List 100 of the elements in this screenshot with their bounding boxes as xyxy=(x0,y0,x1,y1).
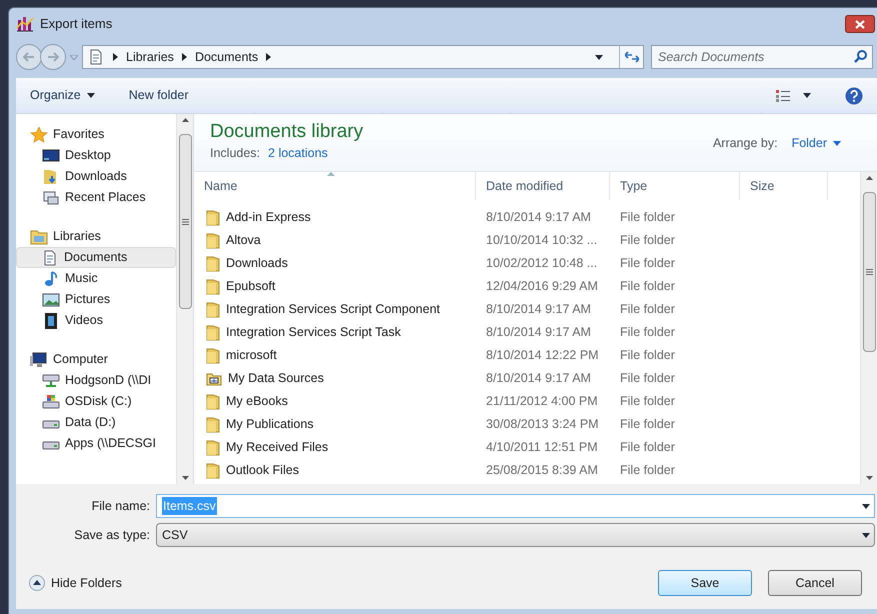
nav-group-item[interactable]: Favorites xyxy=(16,124,176,145)
file-row[interactable]: Add-in Express 8/10/2014 9:17 AM File folder xyxy=(194,206,860,229)
scroll-down-icon[interactable] xyxy=(182,476,188,480)
folder-icon xyxy=(206,232,220,248)
nav-item[interactable]: Recent Places xyxy=(16,187,176,208)
type-cell-text: File folder xyxy=(619,416,676,434)
scroll-thumb[interactable] xyxy=(179,134,192,309)
file-name: Integration Services Script Task xyxy=(226,324,401,342)
file-row[interactable]: My eBooks 21/11/2012 4:00 PM File folder xyxy=(194,390,860,413)
grip-icon xyxy=(182,218,189,224)
scroll-thumb[interactable] xyxy=(863,192,876,352)
nav-item[interactable]: Downloads xyxy=(16,166,176,187)
folder-icon xyxy=(206,256,220,272)
file-row[interactable]: Epubsoft 12/04/2016 9:29 AM File folder xyxy=(194,275,860,298)
nav-group-item[interactable]: Computer xyxy=(16,349,176,370)
sort-arrow-icon xyxy=(327,172,335,176)
monitor-icon xyxy=(42,148,60,164)
dialog-button[interactable]: Cancel xyxy=(768,570,862,596)
address-bar[interactable]: Libraries Documents xyxy=(82,45,644,69)
nav-item[interactable]: Music xyxy=(16,268,176,289)
date-cell-text: 21/11/2012 4:00 PM xyxy=(485,393,599,410)
nav-item[interactable]: Pictures xyxy=(16,289,176,310)
folder-icon xyxy=(206,210,220,226)
file-name: Outlook Files xyxy=(226,462,299,480)
type-cell-text: File folder xyxy=(619,255,676,272)
nav-item[interactable]: Documents xyxy=(16,247,176,268)
scroll-up-icon[interactable] xyxy=(182,118,188,122)
breadcrumb-link[interactable]: Libraries xyxy=(126,48,174,66)
chevron-icon xyxy=(182,53,187,61)
file-name: My Publications xyxy=(226,416,314,434)
organize-button[interactable]: Organize xyxy=(30,86,95,105)
type-cell-text: File folder xyxy=(619,439,676,456)
window-title: Export items xyxy=(40,15,112,34)
search-field[interactable]: Search Documents xyxy=(651,45,873,69)
view-list-icon[interactable] xyxy=(775,88,791,102)
scroll-down-icon[interactable] xyxy=(866,476,872,480)
file-name: Altova xyxy=(226,232,261,250)
list-scrollbar[interactable] xyxy=(860,172,877,484)
file-row[interactable]: Altova 10/10/2014 10:32 ... File folder xyxy=(194,229,860,252)
column-header[interactable]: Type xyxy=(610,172,740,200)
caret-icon xyxy=(862,532,870,538)
nav-scrollbar[interactable] xyxy=(176,114,193,484)
scroll-up-icon[interactable] xyxy=(866,176,872,180)
new-folder-button[interactable]: New folder xyxy=(128,86,188,105)
folder-icon xyxy=(206,324,220,340)
nav-item[interactable]: Videos xyxy=(16,310,176,331)
date-cell-text: 8/10/2014 9:17 AM xyxy=(485,301,592,318)
file-row[interactable]: My Data Sources 8/10/2014 9:17 AM File folder xyxy=(194,367,860,390)
arrange-dropdown[interactable]: Folder xyxy=(792,134,841,153)
date-cell-text: 4/10/2011 12:51 PM xyxy=(485,439,599,456)
file-row[interactable]: Integration Services Script Component 8/10/2014 9:17 AM File folder xyxy=(194,298,860,321)
dialog-button[interactable]: Save xyxy=(658,570,752,596)
caret-icon xyxy=(595,54,603,60)
column-header[interactable]: Date modified xyxy=(476,172,610,200)
folder-icon xyxy=(206,394,220,410)
file-row[interactable]: microsoft 8/10/2014 12:22 PM File folder xyxy=(194,344,860,367)
breadcrumb-link[interactable]: Documents xyxy=(194,48,258,66)
grip-icon xyxy=(866,269,873,275)
caret-icon xyxy=(86,93,95,98)
file-name-label: File name: xyxy=(90,498,151,515)
system-drive-icon xyxy=(42,394,60,410)
back-arrow-icon xyxy=(23,52,35,62)
folder-icon xyxy=(206,440,220,456)
date-cell-text: 8/10/2014 9:17 AM xyxy=(485,370,592,388)
folder-icon xyxy=(206,302,220,318)
file-row[interactable]: Downloads 10/02/2012 10:48 ... File folder xyxy=(194,252,860,275)
type-cell-text: File folder xyxy=(619,209,676,226)
file-row[interactable]: My Received Files 4/10/2011 12:51 PM File folder xyxy=(194,436,860,459)
close-button[interactable] xyxy=(845,15,875,33)
film-icon xyxy=(42,312,60,328)
file-name: Epubsoft xyxy=(226,278,276,296)
file-name: My eBooks xyxy=(226,393,288,410)
date-cell-text: 8/10/2014 9:17 AM xyxy=(485,209,592,226)
date-cell-text: 25/08/2015 8:39 AM xyxy=(485,462,599,480)
column-header[interactable]: Size xyxy=(740,172,828,200)
nav-item[interactable]: Apps (\\DECSGI xyxy=(16,433,176,454)
data-folder-icon xyxy=(206,372,222,386)
file-row[interactable]: Integration Services Script Task 8/10/2014 9:17 AM File folder xyxy=(194,321,860,344)
date-cell-text: 8/10/2014 9:17 AM xyxy=(485,324,592,342)
library-folder-icon xyxy=(30,228,48,244)
type-cell-text: File folder xyxy=(619,347,676,364)
column-header[interactable]: Name xyxy=(194,172,476,200)
file-name: My Received Files xyxy=(226,439,328,456)
nav-item[interactable]: HodgsonD (\\DI xyxy=(16,370,176,391)
help-icon[interactable] xyxy=(845,86,863,104)
nav-item[interactable]: OSDisk (C:) xyxy=(16,391,176,412)
date-cell-text: 30/08/2013 3:24 PM xyxy=(485,416,600,434)
chevron-icon xyxy=(113,53,118,61)
nav-group-item[interactable]: Libraries xyxy=(16,226,176,247)
collapse-icon xyxy=(29,575,45,591)
nav-item[interactable]: Data (D:) xyxy=(16,412,176,433)
file-row[interactable]: Outlook Files 25/08/2015 8:39 AM File folder xyxy=(194,459,860,482)
hide-folders-button[interactable]: Hide Folders xyxy=(29,574,122,592)
save-type-dropdown[interactable]: CSV xyxy=(156,523,875,547)
caret-icon xyxy=(803,93,811,98)
file-row[interactable]: My Publications 30/08/2013 3:24 PM File folder xyxy=(194,413,860,436)
file-name: Integration Services Script Component xyxy=(226,301,440,318)
chevron-icon xyxy=(266,53,272,61)
nav-item[interactable]: Desktop xyxy=(16,145,176,166)
locations-link[interactable]: 2 locations xyxy=(268,144,328,163)
